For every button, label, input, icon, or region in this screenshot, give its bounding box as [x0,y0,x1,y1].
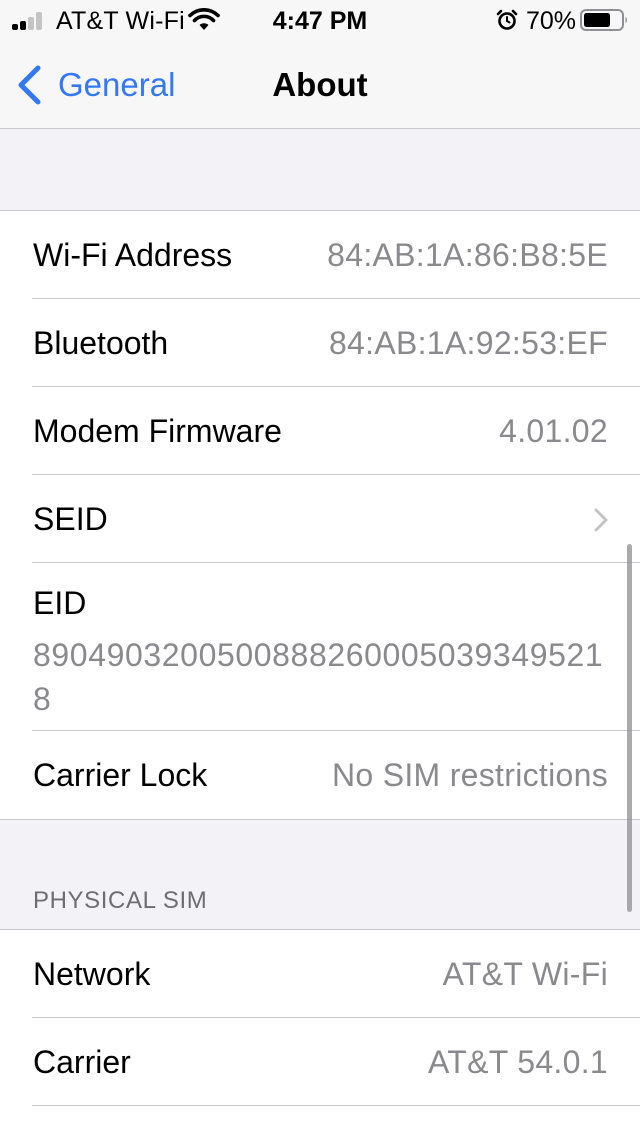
row-label: Carrier Lock [33,757,208,793]
scroll-indicator[interactable] [627,544,632,912]
row-label: Wi-Fi Address [33,237,233,273]
navigation-bar: General About [0,50,640,120]
page-title: About [272,66,368,103]
row-network[interactable]: Network AT&T Wi-Fi [0,930,640,1018]
row-bluetooth[interactable]: Bluetooth 84:AB:1A:92:53:EF [0,299,640,387]
physical-sim-group: Network AT&T Wi-Fi Carrier AT&T 54.0.1 [0,929,640,1136]
battery-icon [580,9,627,31]
row-label: Bluetooth [33,325,169,361]
list-item [0,1106,640,1136]
device-info-group: Wi-Fi Address 84:AB:1A:86:B8:5E Bluetoot… [0,210,640,820]
row-label: SEID [33,501,108,537]
row-value: No SIM restrictions [332,757,608,793]
row-wifi-address[interactable]: Wi-Fi Address 84:AB:1A:86:B8:5E [0,211,640,299]
section-header-physical-sim: PHYSICAL SIM [33,887,208,914]
alarm-icon [496,9,518,30]
row-label: EID [33,585,87,621]
row-carrier[interactable]: Carrier AT&T 54.0.1 [0,1018,640,1106]
chevron-right-icon [594,508,608,532]
row-value: 84:AB:1A:92:53:EF [328,325,608,361]
top-bar: AT&T Wi-Fi 4:47 PM 70% General About [0,0,640,129]
row-label: Carrier [33,1044,131,1080]
row-eid[interactable]: EID 89049032005008882600050393495218 [0,563,640,731]
row-value: AT&T Wi-Fi [442,956,608,992]
row-value: 84:AB:1A:86:B8:5E [327,237,608,273]
row-value: AT&T 54.0.1 [428,1044,608,1080]
row-carrier-lock[interactable]: Carrier Lock No SIM restrictions [0,731,640,819]
row-modem-firmware[interactable]: Modem Firmware 4.01.02 [0,387,640,475]
row-value: 89049032005008882600050393495218 [33,637,604,717]
row-label: Modem Firmware [33,413,282,449]
status-bar: AT&T Wi-Fi 4:47 PM 70% [0,0,640,40]
row-seid[interactable]: SEID [0,475,640,563]
row-value: 4.01.02 [499,413,608,449]
battery-percent: 70% [526,7,577,35]
row-label: Network [33,956,151,992]
